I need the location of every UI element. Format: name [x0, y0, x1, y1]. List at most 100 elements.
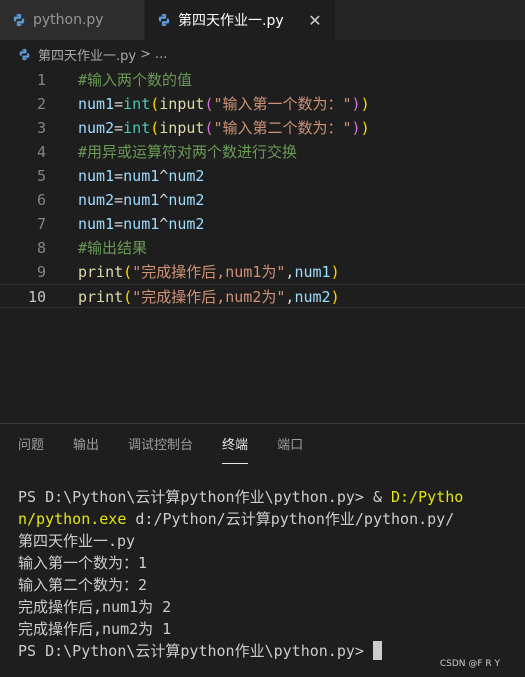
editor-tab-bar: python.py 第四天作业一.py ✕ — [0, 0, 525, 40]
line-number: 6 — [36, 191, 46, 209]
terminal-final-prompt: PS D:\Python\云计算python作业\python.py> — [18, 642, 373, 660]
code-token: print — [78, 288, 124, 306]
code-text: num1=num1^num2 — [78, 164, 204, 188]
terminal-python-exe: D:/Pytho — [391, 488, 464, 506]
tab-label: 第四天作业一.py — [178, 13, 284, 29]
line-number: 2 — [36, 95, 46, 113]
code-line[interactable]: 5 num1=num1^num2 — [0, 164, 525, 188]
breadcrumb-file[interactable]: 第四天作业一.py — [38, 45, 136, 64]
code-token: num1 — [123, 215, 160, 233]
terminal-output-line: 输入第二个数为：2 — [18, 576, 148, 594]
code-token: ^ — [159, 167, 169, 185]
code-line[interactable]: 7 num1=num1^num2 — [0, 212, 525, 236]
code-token: ) — [351, 95, 361, 113]
code-line[interactable]: 3 num2=int(input("输入第二个数为：")) — [0, 116, 525, 140]
code-line[interactable]: 2 num1=int(input("输入第一个数为：")) — [0, 92, 525, 116]
python-file-icon — [19, 48, 30, 60]
terminal-python-exe-cont: n/python.exe — [18, 510, 127, 528]
code-token: ) — [330, 288, 340, 306]
breadcrumb: 第四天作业一.py > ... — [0, 40, 525, 68]
code-line[interactable]: 4 #用异或运算符对两个数进行交换 — [0, 140, 525, 164]
tab-output[interactable]: 输出 — [73, 434, 99, 464]
code-text: num2=num1^num2 — [78, 188, 204, 212]
code-token: num1 — [78, 167, 115, 185]
code-token: int — [123, 119, 151, 137]
code-token: = — [114, 167, 124, 185]
close-icon[interactable]: ✕ — [307, 11, 323, 30]
code-token: ) — [351, 119, 361, 137]
tab-debug-console[interactable]: 调试控制台 — [128, 434, 193, 464]
code-text: #输出结果 — [78, 236, 147, 260]
code-token: = — [114, 95, 124, 113]
code-token: num2 — [168, 167, 205, 185]
code-token: num1 — [294, 263, 331, 281]
tab-day4-homework1[interactable]: 第四天作业一.py ✕ — [145, 0, 335, 40]
code-token: int — [123, 95, 151, 113]
code-editor[interactable]: 1 #输入两个数的值 2 num1=int(input("输入第一个数为：")) 3 nu… — [0, 68, 525, 423]
code-token: "完成操作后,num2为" — [132, 288, 286, 306]
code-token: "完成操作后,num1为" — [132, 263, 286, 281]
code-text: num1=num1^num2 — [78, 212, 204, 236]
code-token: num2 — [78, 119, 115, 137]
code-text: num1=int(input("输入第一个数为：")) — [78, 92, 370, 116]
code-line[interactable]: 1 #输入两个数的值 — [0, 68, 525, 92]
code-line[interactable]: 10 print("完成操作后,num2为",num2) — [0, 284, 525, 308]
line-number: 10 — [27, 288, 46, 306]
breadcrumb-more[interactable]: ... — [155, 47, 167, 62]
code-line[interactable]: 9 print("完成操作后,num1为",num1) — [0, 260, 525, 284]
terminal-command-prompt: PS D:\Python\云计算python作业\python.py> & — [18, 488, 392, 506]
panel-tabs: 问题 输出 调试控制台 终端 端口 — [0, 434, 314, 464]
code-token: num1 — [123, 167, 160, 185]
terminal-output-line: 完成操作后,num2为 1 — [18, 620, 172, 638]
code-token: "输入第一个数为：" — [213, 95, 352, 113]
bottom-panel: 问题 输出 调试控制台 终端 端口 PS D:\Python\云计算python… — [0, 423, 525, 677]
code-token: num2 — [168, 215, 205, 233]
code-token: ) — [360, 119, 370, 137]
code-token: = — [114, 215, 124, 233]
line-number: 4 — [36, 143, 46, 161]
code-line[interactable]: 6 num2=num1^num2 — [0, 188, 525, 212]
tab-label: python.py — [33, 12, 104, 28]
line-number: 7 — [36, 215, 46, 233]
code-token: #用异或运算符对两个数进行交换 — [78, 143, 298, 161]
line-number: 3 — [36, 119, 46, 137]
code-token: ) — [360, 95, 370, 113]
terminal-output-line: 输入第一个数为：1 — [18, 554, 148, 572]
terminal-output[interactable]: PS D:\Python\云计算python作业\python.py> & D:… — [18, 486, 478, 662]
code-token: = — [114, 191, 124, 209]
terminal-cursor — [372, 641, 382, 660]
tab-problems[interactable]: 问题 — [18, 434, 44, 464]
line-number: 5 — [36, 167, 46, 185]
code-token: num1 — [78, 215, 115, 233]
python-file-icon — [13, 13, 25, 27]
tab-ports[interactable]: 端口 — [277, 434, 303, 464]
tab-terminal[interactable]: 终端 — [222, 434, 249, 464]
code-token: ^ — [159, 215, 169, 233]
code-token: input — [159, 119, 205, 137]
code-token: num2 — [168, 191, 205, 209]
code-token: ( — [150, 95, 160, 113]
code-text: #用异或运算符对两个数进行交换 — [78, 140, 297, 164]
code-token: num2 — [294, 288, 331, 306]
code-line[interactable]: 8 #输出结果 — [0, 236, 525, 260]
terminal-output-line: 完成操作后,num1为 2 — [18, 598, 172, 616]
code-text: print("完成操作后,num1为",num1) — [78, 260, 340, 284]
code-token: num1 — [123, 191, 160, 209]
line-number: 1 — [36, 71, 46, 89]
code-token: num1 — [78, 95, 115, 113]
code-token: input — [159, 95, 205, 113]
code-text: num2=int(input("输入第二个数为：")) — [78, 116, 370, 140]
code-token: ( — [150, 119, 160, 137]
code-token: print — [78, 263, 124, 281]
line-number: 9 — [36, 263, 46, 281]
code-token: ^ — [159, 191, 169, 209]
code-token: #输入两个数的值 — [78, 71, 193, 89]
code-token: num2 — [78, 191, 115, 209]
tab-python-py[interactable]: python.py — [0, 0, 145, 40]
line-number: 8 — [36, 239, 46, 257]
code-text: #输入两个数的值 — [78, 68, 192, 92]
code-token: ) — [330, 263, 340, 281]
code-token: "输入第二个数为：" — [213, 119, 352, 137]
terminal-script-file: 第四天作业一.py — [18, 532, 136, 550]
code-token: #输出结果 — [78, 239, 148, 257]
